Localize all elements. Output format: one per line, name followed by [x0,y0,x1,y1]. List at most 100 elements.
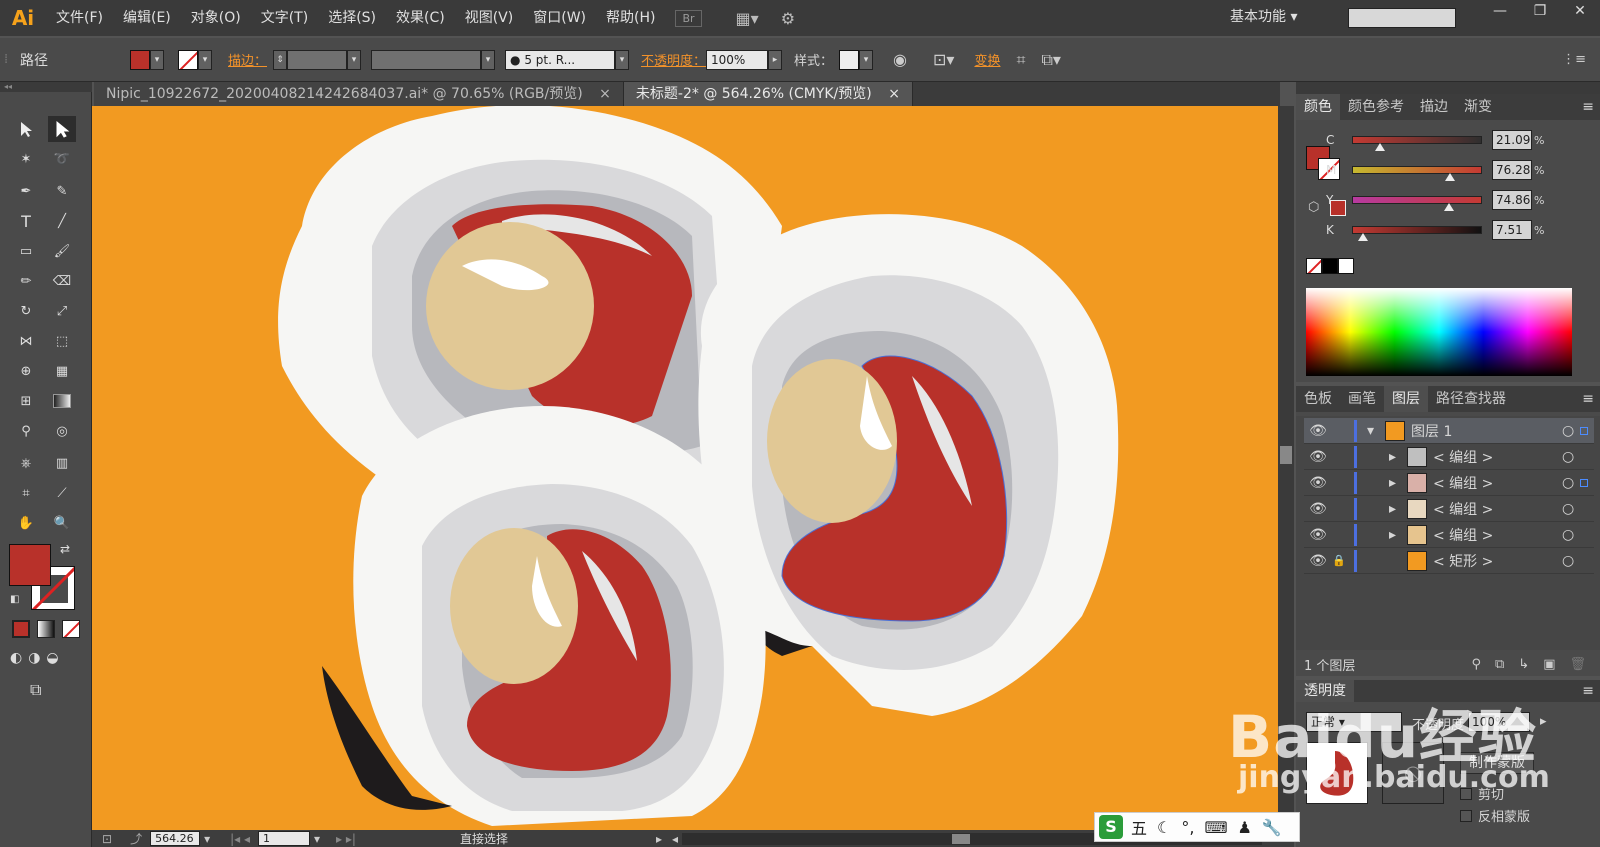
pencil-tool-icon[interactable]: ✏ [12,268,40,294]
layer-name[interactable]: < 编组 > [1433,525,1562,545]
fill-swatch[interactable] [130,49,150,70]
brush-definition[interactable]: ● 5 pt. R... [505,49,616,70]
track-y[interactable] [1352,196,1482,211]
opacity-dropdown[interactable]: ▸ [768,49,783,70]
black-swatch[interactable] [1322,258,1338,274]
artboard-nav-last-icon[interactable]: ▸ ▸| [336,832,356,846]
isolate-icon[interactable]: ⌗ [1016,50,1025,70]
screen-mode-icon[interactable]: ⧉ [30,680,41,700]
scale-tool-icon[interactable]: ⤢ [48,298,76,324]
layer-name[interactable]: < 编组 > [1433,499,1562,519]
scallop-front[interactable] [322,406,766,826]
none-swatch[interactable] [1306,258,1322,274]
tab-color-guide[interactable]: 颜色参考 [1340,94,1412,120]
layer-name[interactable]: < 矩形 > [1433,551,1562,571]
arrange-icon[interactable]: ⧉▾ [1041,50,1060,70]
expand-arrow-icon[interactable]: ▸ [1389,527,1407,543]
stroke-swatch[interactable] [178,49,198,70]
slider-handle-m[interactable] [1445,173,1456,181]
perspective-grid-tool-icon[interactable]: ▦ [48,358,76,384]
locate-object-icon[interactable]: ⚲ [1471,657,1481,672]
variable-width-profile[interactable] [371,49,482,70]
opacity-label[interactable]: 不透明度： [641,50,706,69]
visibility-eye-icon[interactable]: 👁 [1304,475,1332,491]
menu-window[interactable]: 窗口(W) [523,0,596,36]
profile-dropdown[interactable]: ▾ [481,49,496,70]
status-menu-icon[interactable]: ▸ [656,832,662,846]
target-circle-icon[interactable]: ○ [1562,501,1580,517]
visibility-eye-icon[interactable]: 👁 [1304,501,1332,517]
close-icon[interactable]: ✕ [1560,0,1600,24]
lasso-tool-icon[interactable]: ➰ [48,146,76,172]
menu-help[interactable]: 帮助(H) [596,0,665,36]
layer-row[interactable]: 👁 ▸ < 编组 > ○ [1304,444,1594,470]
target-circle-icon[interactable]: ○ [1562,553,1580,569]
artboard-tool-icon[interactable]: ⌗ [12,480,40,506]
artboard-number-input[interactable]: 1 [258,831,311,846]
panel-menu-icon[interactable]: ≡ [1582,99,1594,115]
hscroll-left-icon[interactable]: ◂ [672,832,678,846]
zoom-dropdown[interactable]: ▾ [204,832,210,846]
paintbrush-tool-icon[interactable]: 🖌 [48,238,76,264]
zoom-input[interactable]: 564.26 [150,831,201,846]
expand-arrow-icon[interactable]: ▸ [1389,449,1407,465]
layer-row[interactable]: 👁 ▾ 图层 1 ○ [1304,418,1594,444]
restore-icon[interactable]: ❐ [1520,0,1560,24]
close-tab-icon[interactable]: × [888,86,900,102]
column-graph-tool-icon[interactable]: ▥ [48,450,76,476]
channel-c-input[interactable]: 21.09 [1492,130,1532,150]
menu-type[interactable]: 文字(T) [251,0,318,36]
channel-y-input[interactable]: 74.86 [1492,190,1532,210]
style-dropdown[interactable]: ▾ [859,49,874,70]
tab-swatches[interactable]: 色板 [1296,386,1340,412]
menu-object[interactable]: 对象(O) [181,0,251,36]
selection-tool-icon[interactable] [12,116,40,142]
width-tool-icon[interactable]: ⋈ [12,328,40,354]
transform-label[interactable]: 变换 [974,50,1000,69]
search-input[interactable] [1348,8,1456,28]
symbol-sprayer-tool-icon[interactable]: ⎈ [12,450,40,476]
artboard-nav-first-icon[interactable]: |◂ ◂ [230,832,250,846]
align-icon[interactable]: ⊡▾ [933,50,954,69]
tab-pathfinder[interactable]: 路径查找器 [1428,386,1514,412]
scroll-thumb[interactable] [1280,446,1292,464]
recolor-icon[interactable]: ◉ [893,50,907,69]
keyboard-icon[interactable]: ⌨ [1204,818,1227,837]
layer-row[interactable]: 👁 ▸ < 编组 > ○ [1304,522,1594,548]
invert-mask-checkbox[interactable] [1460,809,1472,822]
opacity-input[interactable]: 100% [706,49,769,70]
tab-color[interactable]: 颜色 [1296,94,1340,120]
magic-wand-tool-icon[interactable]: ✶ [12,146,40,172]
slider-c[interactable]: C 21.09 % [1326,130,1544,151]
zoom-tool-icon[interactable]: 🔍 [48,510,76,536]
layer-name[interactable]: 图层 1 [1411,421,1562,441]
swap-colors-icon[interactable]: ⇄ [60,542,70,556]
tab-document-1[interactable]: Nipic_10922672_20200408214242684037.ai* … [94,82,624,106]
color-mode-icon[interactable] [12,620,30,638]
color-spectrum[interactable] [1306,288,1572,376]
menu-effect[interactable]: 效果(C) [386,0,455,36]
bridge-button[interactable]: Br [675,9,702,27]
toolbox-collapse-icon[interactable]: ◂◂ [0,82,92,92]
track-k[interactable] [1352,226,1482,241]
arrange-documents-icon[interactable]: ▦▾ [736,9,759,28]
draw-mode-icons[interactable]: ◐◑◒ [10,650,65,666]
brush-dropdown[interactable]: ▾ [615,49,630,70]
slice-tool-icon[interactable]: ⟋ [48,480,76,506]
slider-k[interactable]: K 7.51 % [1326,220,1544,241]
channel-m-input[interactable]: 76.28 [1492,160,1532,180]
sync-icon[interactable]: ⚙ [781,9,795,28]
track-c[interactable] [1352,136,1482,151]
style-swatch[interactable] [839,49,860,70]
scallop-artwork[interactable] [92,106,1278,830]
stroke-weight-input[interactable] [287,49,348,70]
mesh-tool-icon[interactable]: ⊞ [12,388,40,414]
expand-arrow-icon[interactable]: ▸ [1389,475,1407,491]
slider-handle-k[interactable] [1358,233,1369,241]
tab-document-2[interactable]: 未标题-2* @ 564.26% (CMYK/预览) × [623,82,913,106]
slider-m[interactable]: M 76.28 % [1326,160,1544,181]
share-icon[interactable]: ⤴ [130,830,142,847]
menu-edit[interactable]: 编辑(E) [113,0,181,36]
panel-menu-icon[interactable]: ≡ [1582,683,1594,699]
layer-name[interactable]: < 编组 > [1433,447,1562,467]
